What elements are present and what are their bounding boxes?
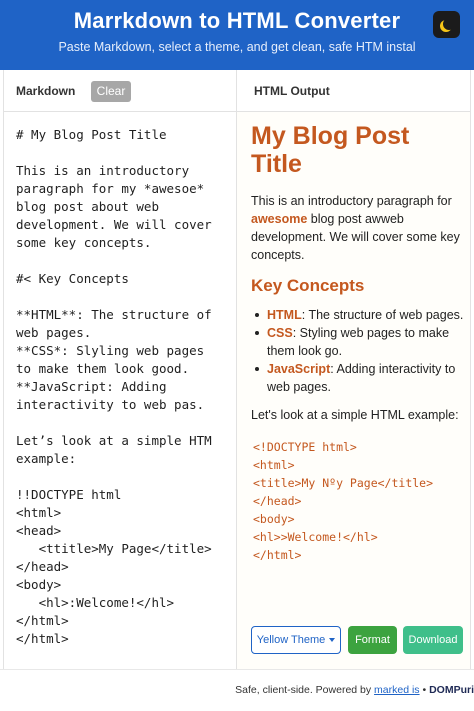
markdown-line [16, 144, 234, 162]
markdown-line [16, 468, 234, 486]
clear-button[interactable]: Clear [91, 81, 131, 102]
markdown-line: **HTML**: The structure of [16, 307, 212, 322]
intro-strong: awesome [251, 212, 308, 226]
moon-icon [443, 18, 455, 30]
markdown-line: </head> [16, 559, 69, 574]
markdown-line [16, 414, 234, 432]
markdown-line: This is an introductory [16, 163, 190, 178]
markdown-line: blog post about web [16, 199, 159, 214]
html-output-pane: HTML Output My Blog Post Title This is a… [237, 70, 471, 669]
output-intro-paragraph: This is an introductory paragraph for aw… [251, 192, 465, 264]
list-item: JavaScript: Adding interactivity to web … [251, 360, 465, 396]
markdown-line [16, 288, 234, 306]
dompurify-label: DOMPuri [429, 684, 474, 696]
rendered-output: My Blog Post Title This is an introducto… [251, 122, 465, 564]
list-item-term: JavaScript [267, 362, 331, 376]
download-button[interactable]: Download [403, 626, 463, 654]
markdown-line: paragraph for my *awesoe* [16, 181, 205, 196]
list-item-text: : Styling web pages to make them look go… [267, 326, 450, 358]
markdown-line: <hl>:Welcome!</hl> [16, 595, 175, 610]
markdown-line [16, 252, 234, 270]
markdown-line: <head> [16, 523, 62, 538]
output-actions: Yellow Theme Format Download [251, 626, 463, 654]
markdown-line: development. We will cover [16, 217, 212, 232]
output-label: HTML Output [254, 84, 330, 98]
code-line: <html> [253, 458, 295, 472]
format-button[interactable]: Format [348, 626, 397, 654]
code-line: <hl>>Welcome!</hl> [253, 530, 378, 544]
theme-toggle-button[interactable] [433, 11, 460, 38]
footer-text: Safe, client-side. Powered by marked is … [235, 684, 474, 696]
code-block: <!DOCTYPE html> <html> <title>My Nºy Page<… [251, 438, 465, 564]
markdown-editor[interactable]: # My Blog Post Title This is an introduct… [16, 126, 234, 648]
app-subtitle: Paste Markdown, select a theme, and get … [58, 40, 416, 54]
app-title: Marrkdown to HTML Converter [73, 8, 401, 33]
markdown-label: Markdown [16, 84, 76, 98]
list-item: HTML: The structure of web pages. [251, 306, 465, 324]
output-heading: My Blog Post Title [251, 122, 410, 178]
markdown-line: Let’s look at a simple HTM [16, 433, 212, 448]
markdown-line: # My Blog Post Title [16, 127, 167, 142]
code-line: </head> [253, 494, 302, 508]
markdown-line: <html> [16, 505, 62, 520]
theme-select[interactable]: Yellow Theme [251, 626, 341, 654]
markdown-line: some key concepts. [16, 235, 152, 250]
footer: Safe, client-side. Powered by marked is … [0, 669, 474, 711]
markdown-line: <body> [16, 577, 62, 592]
markdown-line: </html> [16, 613, 69, 628]
concepts-list: HTML: The structure of web pages. CSS: S… [251, 306, 465, 396]
list-item-term: HTML [267, 308, 302, 322]
markdown-line: !!DOCTYPE html [16, 487, 122, 502]
code-line: <title>My Nºy Page</title> [253, 476, 434, 490]
markdown-line: **JavaScript: Adding [16, 379, 167, 394]
markdown-line: <ttitle>My Page</title> [16, 541, 212, 556]
list-item-term: CSS [267, 326, 293, 340]
markdown-line: #< Key Concepts [16, 271, 129, 286]
code-line: <!DOCTYPE html> [253, 440, 357, 454]
markdown-line: </html> [16, 631, 69, 646]
code-line: <body> [253, 512, 295, 526]
caret-down-icon [329, 638, 336, 643]
footer-separator: • [419, 684, 430, 696]
footer-prefix: Safe, client-side. Powered by [235, 684, 375, 696]
code-line: </html> [253, 548, 302, 562]
markdown-line: to make them look good. [16, 361, 190, 376]
intro-text-before: This is an introductory paragraph for [251, 194, 452, 208]
markdown-pane-header: Markdown Clear [4, 70, 236, 112]
output-subheading: Key Concepts [251, 276, 365, 295]
markdown-line: interactivity to web pas. [16, 397, 205, 412]
list-item: CSS: Styling web pages to make them look… [251, 324, 465, 360]
output-pane-header: HTML Output [237, 70, 470, 112]
marked-link[interactable]: marked is [374, 684, 420, 696]
markdown-line: **CSS*: Slyling web pages [16, 343, 205, 358]
markdown-line: example: [16, 451, 77, 466]
theme-select-label: Yellow Theme [256, 634, 326, 646]
markdown-line: web pages. [16, 325, 92, 340]
app-header: Marrkdown to HTML Converter Paste Markdo… [0, 0, 474, 70]
output-lead-paragraph: Let's look at a simple HTML example: [251, 408, 459, 422]
list-item-text: : The structure of web pages. [301, 308, 464, 322]
markdown-pane: Markdown Clear # My Blog Post Title This … [3, 70, 237, 669]
